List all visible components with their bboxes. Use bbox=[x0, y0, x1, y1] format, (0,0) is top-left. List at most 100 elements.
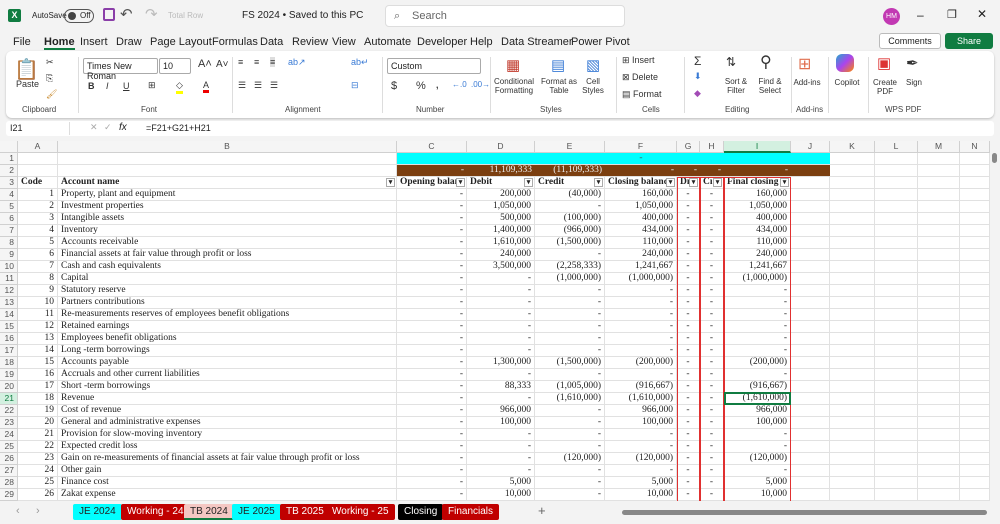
cell[interactable] bbox=[918, 261, 960, 273]
align-top-icon[interactable]: ≡ bbox=[238, 57, 243, 67]
cell[interactable]: 11,109,333 bbox=[467, 165, 535, 177]
cell[interactable]: 500,000 bbox=[467, 213, 535, 225]
row-header[interactable]: 21 bbox=[0, 393, 18, 405]
cell[interactable]: - bbox=[700, 369, 724, 381]
cell[interactable]: - bbox=[535, 249, 605, 261]
insert-cells-button[interactable]: ⊞ Insert bbox=[622, 55, 655, 66]
cell[interactable] bbox=[960, 213, 990, 225]
name-box[interactable]: I21 bbox=[8, 122, 70, 135]
autosave-toggle[interactable]: Off bbox=[64, 9, 94, 23]
cell[interactable]: 7 bbox=[18, 261, 58, 273]
cell[interactable]: - bbox=[677, 249, 700, 261]
cell[interactable]: Employees benefit obligations bbox=[58, 333, 397, 345]
cell[interactable] bbox=[960, 237, 990, 249]
paste-button[interactable]: Paste bbox=[16, 79, 39, 89]
cell[interactable] bbox=[791, 333, 830, 345]
cell[interactable]: 10,000 bbox=[605, 489, 677, 501]
sheet-tab-closing[interactable]: Closing bbox=[398, 504, 444, 520]
column-title[interactable]: Final closing ▾ bbox=[724, 177, 791, 189]
cell[interactable]: - bbox=[605, 285, 677, 297]
row-header[interactable]: 2 bbox=[0, 165, 18, 177]
cell[interactable]: (120,000) bbox=[724, 453, 791, 465]
add-ins-icon[interactable]: ⊞ bbox=[798, 54, 811, 74]
cell[interactable] bbox=[875, 297, 918, 309]
cell[interactable]: - bbox=[467, 273, 535, 285]
cell[interactable] bbox=[875, 237, 918, 249]
filter-dropdown-icon[interactable]: ▾ bbox=[780, 178, 789, 187]
cell[interactable]: 240,000 bbox=[467, 249, 535, 261]
cell[interactable]: - bbox=[535, 465, 605, 477]
cell[interactable]: - bbox=[700, 321, 724, 333]
cell[interactable]: - bbox=[700, 213, 724, 225]
sheet-tab-working-24[interactable]: Working - 24 bbox=[121, 504, 190, 520]
fill-icon[interactable]: ⬇ bbox=[694, 71, 702, 82]
cell[interactable]: 4 bbox=[18, 225, 58, 237]
sort-filter-icon[interactable]: ⇅ bbox=[726, 55, 736, 69]
cell[interactable] bbox=[830, 441, 875, 453]
cell[interactable]: - bbox=[397, 381, 467, 393]
cell[interactable] bbox=[918, 453, 960, 465]
row-header[interactable]: 7 bbox=[0, 225, 18, 237]
cell[interactable]: - bbox=[535, 285, 605, 297]
cell[interactable]: 100,000 bbox=[724, 417, 791, 429]
cell[interactable] bbox=[830, 333, 875, 345]
cell[interactable] bbox=[960, 465, 990, 477]
filter-dropdown-icon[interactable]: ▾ bbox=[386, 178, 395, 187]
cell[interactable] bbox=[830, 237, 875, 249]
cell[interactable]: 13 bbox=[18, 333, 58, 345]
cell[interactable]: 5,000 bbox=[724, 477, 791, 489]
menu-data-streamer[interactable]: Data Streamer bbox=[501, 36, 573, 48]
cell[interactable] bbox=[875, 477, 918, 489]
cell[interactable] bbox=[918, 225, 960, 237]
cell[interactable]: - bbox=[700, 273, 724, 285]
cell[interactable]: - bbox=[700, 477, 724, 489]
row-header[interactable]: 28 bbox=[0, 477, 18, 489]
cell[interactable]: - bbox=[535, 345, 605, 357]
row-header[interactable]: 11 bbox=[0, 273, 18, 285]
cell[interactable]: Zakat expense bbox=[58, 489, 397, 501]
cell[interactable]: - bbox=[397, 357, 467, 369]
cell[interactable]: - bbox=[677, 381, 700, 393]
cell[interactable] bbox=[875, 381, 918, 393]
copy-icon[interactable]: ⎘ bbox=[46, 73, 53, 84]
cell[interactable] bbox=[830, 177, 875, 189]
cell[interactable]: - bbox=[677, 321, 700, 333]
font-color-icon[interactable]: A bbox=[203, 80, 210, 93]
horizontal-scrollbar[interactable] bbox=[622, 510, 987, 515]
cell[interactable]: 19 bbox=[18, 405, 58, 417]
cell[interactable]: Capital bbox=[58, 273, 397, 285]
cell[interactable]: - bbox=[467, 345, 535, 357]
column-title[interactable]: Account name ▾ bbox=[58, 177, 397, 189]
cell[interactable] bbox=[791, 309, 830, 321]
cell[interactable] bbox=[875, 405, 918, 417]
format-painter-icon[interactable]: 🖌 bbox=[46, 89, 57, 100]
cell[interactable] bbox=[918, 153, 960, 165]
cell[interactable] bbox=[791, 297, 830, 309]
cell[interactable] bbox=[791, 213, 830, 225]
filter-dropdown-icon[interactable]: ▾ bbox=[594, 178, 603, 187]
cell[interactable]: - bbox=[535, 477, 605, 489]
row-header[interactable]: 20 bbox=[0, 381, 18, 393]
cell[interactable]: - bbox=[677, 393, 700, 405]
cell[interactable]: Cash and cash equivalents bbox=[58, 261, 397, 273]
cell[interactable] bbox=[918, 393, 960, 405]
cell[interactable] bbox=[918, 405, 960, 417]
cell[interactable] bbox=[791, 177, 830, 189]
copilot-button[interactable]: Copilot bbox=[832, 78, 862, 87]
menu-page-layout[interactable]: Page Layout bbox=[150, 36, 212, 48]
cell[interactable] bbox=[18, 165, 58, 177]
cell[interactable] bbox=[960, 489, 990, 501]
cell[interactable]: - bbox=[700, 381, 724, 393]
cell[interactable] bbox=[875, 321, 918, 333]
increase-decimal-icon[interactable]: ←.0 bbox=[452, 80, 467, 89]
row-header[interactable]: 19 bbox=[0, 369, 18, 381]
menu-insert[interactable]: Insert bbox=[80, 36, 108, 48]
cell[interactable]: - bbox=[677, 465, 700, 477]
cell[interactable]: - bbox=[700, 417, 724, 429]
cell[interactable] bbox=[875, 333, 918, 345]
add-sheet-button[interactable]: + bbox=[538, 503, 546, 518]
cell[interactable]: (1,005,000) bbox=[535, 381, 605, 393]
cell[interactable] bbox=[791, 465, 830, 477]
cell[interactable]: 5,000 bbox=[467, 477, 535, 489]
cell[interactable] bbox=[830, 381, 875, 393]
